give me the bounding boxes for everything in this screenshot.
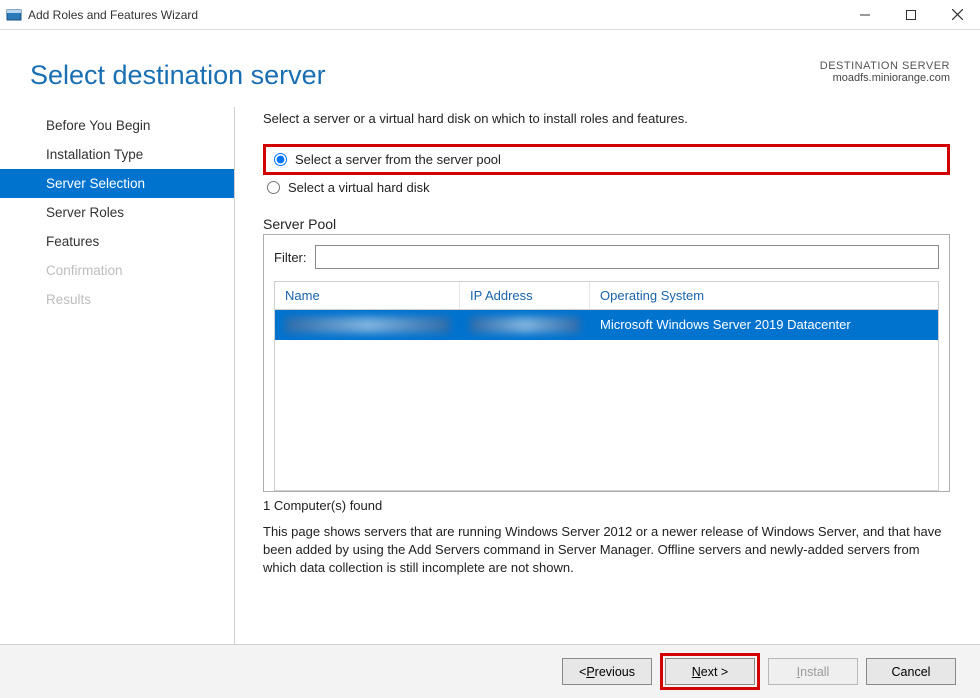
next-button[interactable]: Next > bbox=[665, 658, 755, 685]
cell-name bbox=[275, 310, 460, 340]
highlight-next-button: Next > bbox=[660, 653, 760, 690]
redacted-name bbox=[285, 317, 450, 333]
radio-server-pool[interactable]: Select a server from the server pool bbox=[270, 149, 943, 170]
server-table: Name IP Address Operating System Microso… bbox=[274, 281, 939, 491]
footer: < Previous Next > Install Cancel bbox=[0, 644, 980, 698]
info-text: This page shows servers that are running… bbox=[263, 523, 950, 578]
table-row[interactable]: Microsoft Windows Server 2019 Datacenter bbox=[275, 310, 938, 340]
minimize-button[interactable] bbox=[842, 0, 888, 30]
cell-os: Microsoft Windows Server 2019 Datacenter bbox=[590, 310, 938, 340]
filter-input[interactable] bbox=[315, 245, 940, 269]
highlight-server-pool-option: Select a server from the server pool bbox=[263, 144, 950, 175]
sidebar-item-before-you-begin[interactable]: Before You Begin bbox=[0, 111, 234, 140]
sidebar: Before You Begin Installation Type Serve… bbox=[0, 107, 235, 667]
column-os[interactable]: Operating System bbox=[590, 282, 938, 309]
sidebar-item-server-roles[interactable]: Server Roles bbox=[0, 198, 234, 227]
radio-server-pool-input[interactable] bbox=[274, 153, 287, 166]
cancel-button[interactable]: Cancel bbox=[866, 658, 956, 685]
sidebar-item-results: Results bbox=[0, 285, 234, 314]
sidebar-item-confirmation: Confirmation bbox=[0, 256, 234, 285]
previous-button[interactable]: < Previous bbox=[562, 658, 652, 685]
sidebar-item-installation-type[interactable]: Installation Type bbox=[0, 140, 234, 169]
radio-vhd-input[interactable] bbox=[267, 181, 280, 194]
destination-label: DESTINATION SERVER bbox=[820, 60, 950, 72]
destination-block: DESTINATION SERVER moadfs.miniorange.com bbox=[820, 60, 950, 84]
redacted-ip bbox=[470, 317, 580, 333]
computers-found-text: 1 Computer(s) found bbox=[263, 498, 950, 513]
close-button[interactable] bbox=[934, 0, 980, 30]
table-empty-area bbox=[275, 340, 938, 490]
sidebar-item-features[interactable]: Features bbox=[0, 227, 234, 256]
server-pool-box: Filter: Name IP Address Operating System… bbox=[263, 234, 950, 492]
page-title: Select destination server bbox=[30, 60, 326, 91]
destination-value: moadfs.miniorange.com bbox=[820, 72, 950, 84]
filter-row: Filter: bbox=[274, 245, 939, 269]
window-controls bbox=[842, 0, 980, 30]
main-panel: Select a server or a virtual hard disk o… bbox=[235, 107, 980, 667]
table-header: Name IP Address Operating System bbox=[275, 282, 938, 310]
install-button: Install bbox=[768, 658, 858, 685]
titlebar: Add Roles and Features Wizard bbox=[0, 0, 980, 30]
column-ip[interactable]: IP Address bbox=[460, 282, 590, 309]
header: Select destination server DESTINATION SE… bbox=[0, 30, 980, 107]
radio-vhd[interactable]: Select a virtual hard disk bbox=[263, 177, 950, 198]
sidebar-item-server-selection[interactable]: Server Selection bbox=[0, 169, 234, 198]
window-title: Add Roles and Features Wizard bbox=[28, 8, 198, 22]
cell-ip bbox=[460, 310, 590, 340]
app-icon bbox=[6, 7, 22, 23]
filter-label: Filter: bbox=[274, 250, 307, 265]
radio-vhd-label: Select a virtual hard disk bbox=[288, 180, 430, 195]
maximize-button[interactable] bbox=[888, 0, 934, 30]
column-name[interactable]: Name bbox=[275, 282, 460, 309]
instruction-text: Select a server or a virtual hard disk o… bbox=[263, 111, 950, 126]
radio-server-pool-label: Select a server from the server pool bbox=[295, 152, 501, 167]
server-pool-label: Server Pool bbox=[263, 216, 950, 232]
